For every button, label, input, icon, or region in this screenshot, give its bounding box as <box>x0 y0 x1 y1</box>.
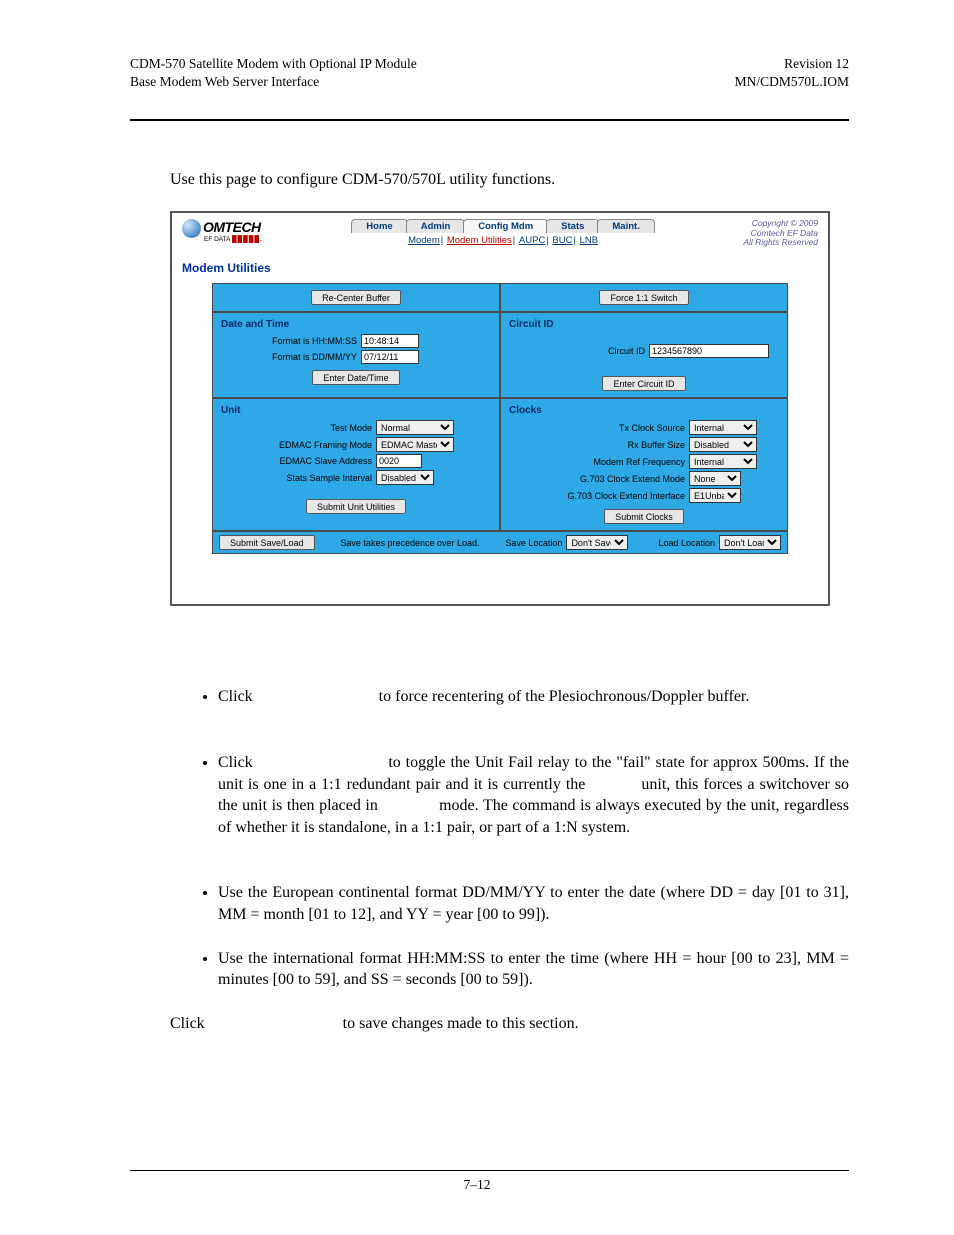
page-footer: 7–12 <box>0 1170 954 1193</box>
bullet-time-format: Use the international format HH:MM:SS to… <box>218 948 849 991</box>
g703-mode-label: G.703 Clock Extend Mode <box>509 474 689 484</box>
date-time-heading: Date and Time <box>221 319 491 330</box>
header-rule <box>130 119 849 121</box>
circuit-id-input[interactable] <box>649 344 769 358</box>
click-save-paragraph: Click to save changes made to this secti… <box>170 1013 849 1035</box>
date-input[interactable] <box>361 350 419 364</box>
time-label: Format is HH:MM:SS <box>221 336 361 346</box>
enter-date-time-button[interactable]: Enter Date/Time <box>312 370 399 385</box>
subtab-aupc[interactable]: AUPC <box>519 235 545 246</box>
enter-circuit-id-button[interactable]: Enter Circuit ID <box>602 376 685 391</box>
header-right-1: Revision 12 <box>735 55 849 73</box>
sub-tabs: Modem| Modem Utilities| AUPC| BUC| LNB <box>263 235 744 246</box>
submit-unit-utilities-button[interactable]: Submit Unit Utilities <box>306 499 406 514</box>
copyright: Copyright © 2009 Comtech EF Data All Rig… <box>743 219 818 247</box>
bullet-date-format: Use the European continental format DD/M… <box>218 882 849 925</box>
modem-ref-frequency-select[interactable]: Internal <box>689 454 757 469</box>
subtab-modem[interactable]: Modem <box>408 235 440 246</box>
stats-interval-label: Stats Sample Interval <box>221 473 376 483</box>
page-header: CDM-570 Satellite Modem with Optional IP… <box>130 55 849 91</box>
load-location-select[interactable]: Don't Load <box>719 535 781 550</box>
subtab-buc[interactable]: BUC <box>552 235 572 246</box>
date-label: Format is DD/MM/YY <box>221 352 361 362</box>
save-location-select[interactable]: Don't Save <box>566 535 628 550</box>
header-left-2: Base Modem Web Server Interface <box>130 73 417 91</box>
test-mode-label: Test Mode <box>221 423 376 433</box>
g703-clock-extend-interface-select[interactable]: E1Unbal <box>689 488 741 503</box>
edmac-addr-label: EDMAC Slave Address <box>221 456 376 466</box>
page-number: 7–12 <box>464 1177 491 1192</box>
intro-text: Use this page to configure CDM-570/570L … <box>170 171 849 189</box>
save-note: Save takes precedence over Load. <box>315 538 506 548</box>
submit-save-load-button[interactable]: Submit Save/Load <box>219 535 315 550</box>
unit-heading: Unit <box>221 405 491 416</box>
force-1-1-switch-button[interactable]: Force 1:1 Switch <box>599 290 688 305</box>
tx-clock-label: Tx Clock Source <box>509 423 689 433</box>
bullet-recenter: Click to force recentering of the Plesio… <box>218 686 849 708</box>
circuit-id-label: Circuit ID <box>509 346 649 356</box>
subtab-modem-utilities[interactable]: Modem Utilities <box>447 235 512 246</box>
subtab-lnb[interactable]: LNB <box>580 235 598 246</box>
rx-buffer-size-select[interactable]: Disabled <box>689 437 757 452</box>
header-right-2: MN/CDM570L.IOM <box>735 73 849 91</box>
time-input[interactable] <box>361 334 419 348</box>
edmac-slave-address-input[interactable] <box>376 454 422 468</box>
tab-config-mdm[interactable]: Config Mdm <box>463 219 548 233</box>
screenshot-panel: OMTECH EF DATA █████. Home Admin Config … <box>170 211 830 606</box>
main-tabs: Home Admin Config Mdm Stats Maint. <box>352 219 654 233</box>
g703-interface-label: G.703 Clock Extend Interface <box>509 491 689 501</box>
page-title: Modem Utilities <box>182 261 828 275</box>
tab-home[interactable]: Home <box>351 219 407 233</box>
bullet-force: Click to toggle the Unit Fail relay to t… <box>218 752 849 838</box>
ref-freq-label: Modem Ref Frequency <box>509 457 689 467</box>
body-text: Click to force recentering of the Plesio… <box>130 686 849 1034</box>
clocks-heading: Clocks <box>509 405 779 416</box>
g703-clock-extend-mode-select[interactable]: None <box>689 471 741 486</box>
logo-text: OMTECH <box>203 219 261 235</box>
tx-clock-source-select[interactable]: Internal <box>689 420 757 435</box>
save-location-label: Save Location <box>505 538 562 548</box>
submit-clocks-button[interactable]: Submit Clocks <box>604 509 684 524</box>
edmac-mode-label: EDMAC Framing Mode <box>221 440 376 450</box>
test-mode-select[interactable]: Normal <box>376 420 454 435</box>
tab-maint[interactable]: Maint. <box>597 219 654 233</box>
tab-admin[interactable]: Admin <box>406 219 466 233</box>
tab-stats[interactable]: Stats <box>546 219 599 233</box>
header-left-1: CDM-570 Satellite Modem with Optional IP… <box>130 55 417 73</box>
stats-sample-interval-select[interactable]: Disabled <box>376 470 434 485</box>
edmac-framing-mode-select[interactable]: EDMAC Master <box>376 437 454 452</box>
circuit-id-heading: Circuit ID <box>509 319 779 330</box>
recenter-buffer-button[interactable]: Re-Center Buffer <box>311 290 401 305</box>
footer-rule <box>130 1170 849 1171</box>
rx-buffer-label: Rx Buffer Size <box>509 440 689 450</box>
load-location-label: Load Location <box>658 538 715 548</box>
